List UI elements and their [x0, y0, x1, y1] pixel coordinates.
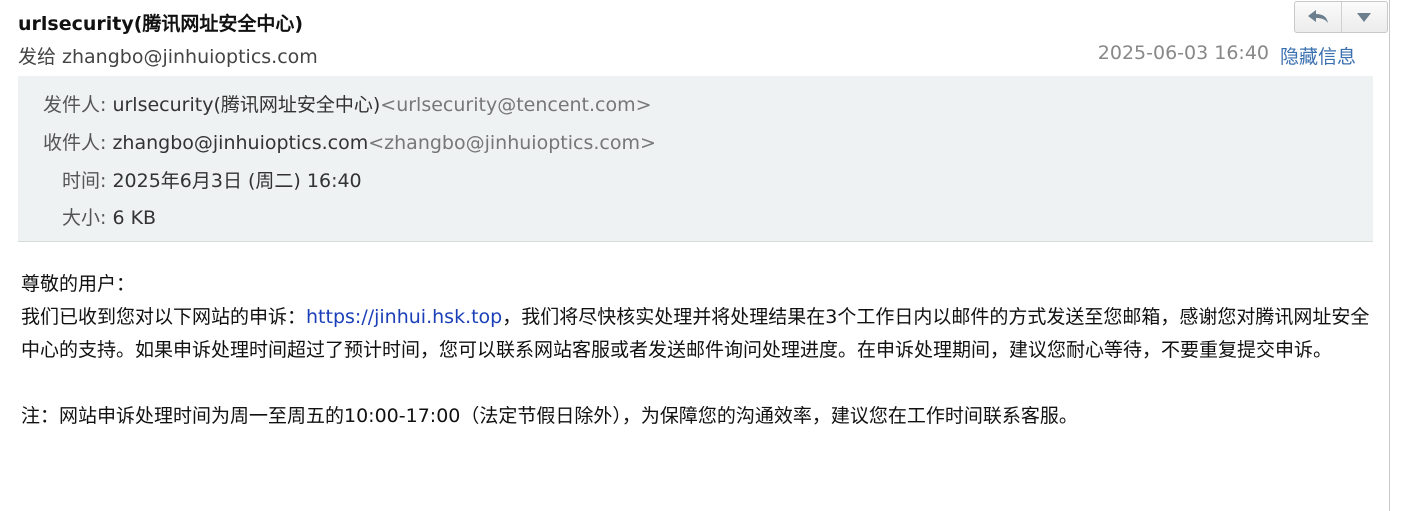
send-to-label: 发给 — [18, 46, 57, 68]
to-row: 收件人: zhangbo@jinhuioptics.com<zhangbo@ji… — [43, 128, 656, 155]
to-name[interactable]: zhangbo@jinhuioptics.com — [112, 132, 368, 154]
reply-icon — [1307, 10, 1328, 23]
email-subject: urlsecurity(腾讯网址安全中心) — [18, 13, 304, 35]
details-panel: 发件人: urlsecurity(腾讯网址安全中心)<urlsecurity@t… — [18, 76, 1373, 242]
hide-details-link[interactable]: 隐藏信息 — [1280, 42, 1356, 69]
size-value: 6 KB — [112, 207, 157, 229]
to-label: 收件人: — [43, 132, 107, 154]
body-paragraph: 我们已收到您对以下网站的申诉：https://jinhui.hsk.top，我们… — [21, 301, 1371, 367]
greeting: 尊敬的用户： — [21, 273, 136, 295]
chevron-down-icon — [1357, 13, 1372, 22]
time-label: 时间: — [62, 170, 107, 192]
from-email: <urlsecurity@tencent.com> — [380, 94, 652, 116]
time-value: 2025年6月3日 (周二) 16:40 — [112, 170, 362, 192]
appeal-link[interactable]: https://jinhui.hsk.top — [306, 306, 502, 328]
send-to-address[interactable]: zhangbo@jinhuioptics.com — [62, 46, 318, 68]
note-paragraph: 注：网站申诉处理时间为周一至周五的10:00-17:00（法定节假日除外），为保… — [21, 405, 1078, 427]
from-name[interactable]: urlsecurity(腾讯网址安全中心) — [112, 94, 380, 116]
size-label: 大小: — [62, 207, 107, 229]
action-button-group — [1294, 1, 1388, 33]
email-body: 尊敬的用户： 我们已收到您对以下网站的申诉：https://jinhui.hsk… — [21, 268, 1371, 433]
from-row: 发件人: urlsecurity(腾讯网址安全中心)<urlsecurity@t… — [43, 90, 652, 117]
more-actions-button[interactable] — [1340, 2, 1388, 32]
email-view: urlsecurity(腾讯网址安全中心) 发给 zhangbo@jinhuiop… — [0, 0, 1390, 511]
to-email: <zhangbo@jinhuioptics.com> — [368, 132, 656, 154]
reply-button[interactable] — [1295, 2, 1341, 32]
time-row: 时间: 2025年6月3日 (周二) 16:40 — [62, 166, 362, 193]
para-prefix: 我们已收到您对以下网站的申诉： — [21, 306, 307, 328]
email-datetime: 2025-06-03 16:40 — [1097, 42, 1269, 64]
from-label: 发件人: — [43, 94, 107, 116]
send-to-line: 发给 zhangbo@jinhuioptics.com — [18, 42, 318, 69]
size-row: 大小: 6 KB — [62, 203, 156, 230]
